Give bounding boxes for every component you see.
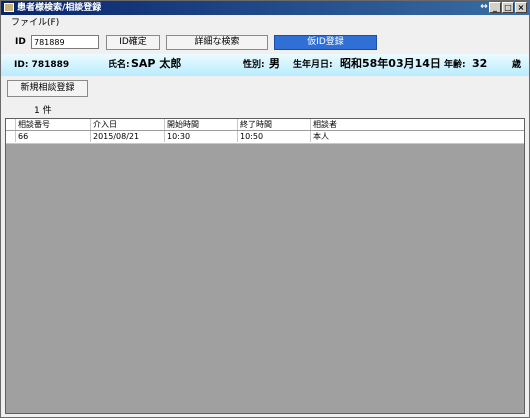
column-header[interactable]: 終了時間 <box>237 119 310 130</box>
id-confirm-button[interactable]: ID確定 <box>106 35 160 50</box>
column-header[interactable]: 介入日 <box>90 119 164 130</box>
consultation-table: 相談番号 介入日 開始時間 終了時間 相談者 66 2015/08/21 10:… <box>5 118 525 414</box>
patient-birthdate: 昭和58年03月14日 <box>340 57 441 70</box>
app-window: 患者様検索/相談登録 ↔ _ □ × ファイル(F) ID ID確定 詳細な検索… <box>0 0 530 418</box>
menu-file[interactable]: ファイル(F) <box>11 17 59 29</box>
app-icon <box>4 3 14 12</box>
patient-sex: 男 <box>269 57 280 70</box>
sex-label: 性別: <box>243 60 265 70</box>
search-toolbar: ID ID確定 詳細な検索 仮ID登録 <box>1 32 529 52</box>
id-input[interactable] <box>31 35 99 49</box>
record-count: 1 件 <box>34 106 52 116</box>
menu-bar: ファイル(F) <box>1 16 529 30</box>
window-title: 患者様検索/相談登録 <box>17 3 102 13</box>
maximize-button[interactable]: □ <box>502 2 514 13</box>
name-label: 氏名: <box>108 60 130 70</box>
row-selector[interactable] <box>6 131 15 142</box>
row-selector-header <box>6 119 15 130</box>
patient-name: SAP 太郎 <box>131 57 182 70</box>
table-row[interactable]: 66 2015/08/21 10:30 10:50 本人 <box>6 131 524 144</box>
table-cell: 10:30 <box>164 131 237 142</box>
minimize-button[interactable]: _ <box>489 2 501 13</box>
temp-id-register-button[interactable]: 仮ID登録 <box>274 35 377 50</box>
close-button[interactable]: × <box>515 2 527 13</box>
patient-id: ID: 781889 <box>14 60 70 70</box>
detail-search-button[interactable]: 詳細な検索 <box>166 35 268 50</box>
table-cell: 10:50 <box>237 131 310 142</box>
table-cell: 2015/08/21 <box>90 131 164 142</box>
new-consultation-button[interactable]: 新規相談登録 <box>7 80 88 97</box>
age-label: 年齢: <box>444 60 466 70</box>
patient-info-bar: ID: 781889 氏名: SAP 太郎 性別: 男 生年月日: 昭和58年0… <box>1 54 529 76</box>
resize-icon: ↔ <box>480 2 488 12</box>
column-header[interactable]: 相談者 <box>310 119 392 130</box>
column-header[interactable]: 開始時間 <box>164 119 237 130</box>
title-bar[interactable]: 患者様検索/相談登録 ↔ _ □ × <box>1 1 529 15</box>
table-header: 相談番号 介入日 開始時間 終了時間 相談者 <box>6 119 524 131</box>
patient-age: 32 <box>472 57 488 70</box>
table-cell: 本人 <box>310 131 392 142</box>
age-unit: 歳 <box>512 60 522 70</box>
table-cell: 66 <box>15 131 90 142</box>
birth-label: 生年月日: <box>293 60 333 70</box>
column-header[interactable]: 相談番号 <box>15 119 90 130</box>
id-label: ID <box>15 37 26 47</box>
